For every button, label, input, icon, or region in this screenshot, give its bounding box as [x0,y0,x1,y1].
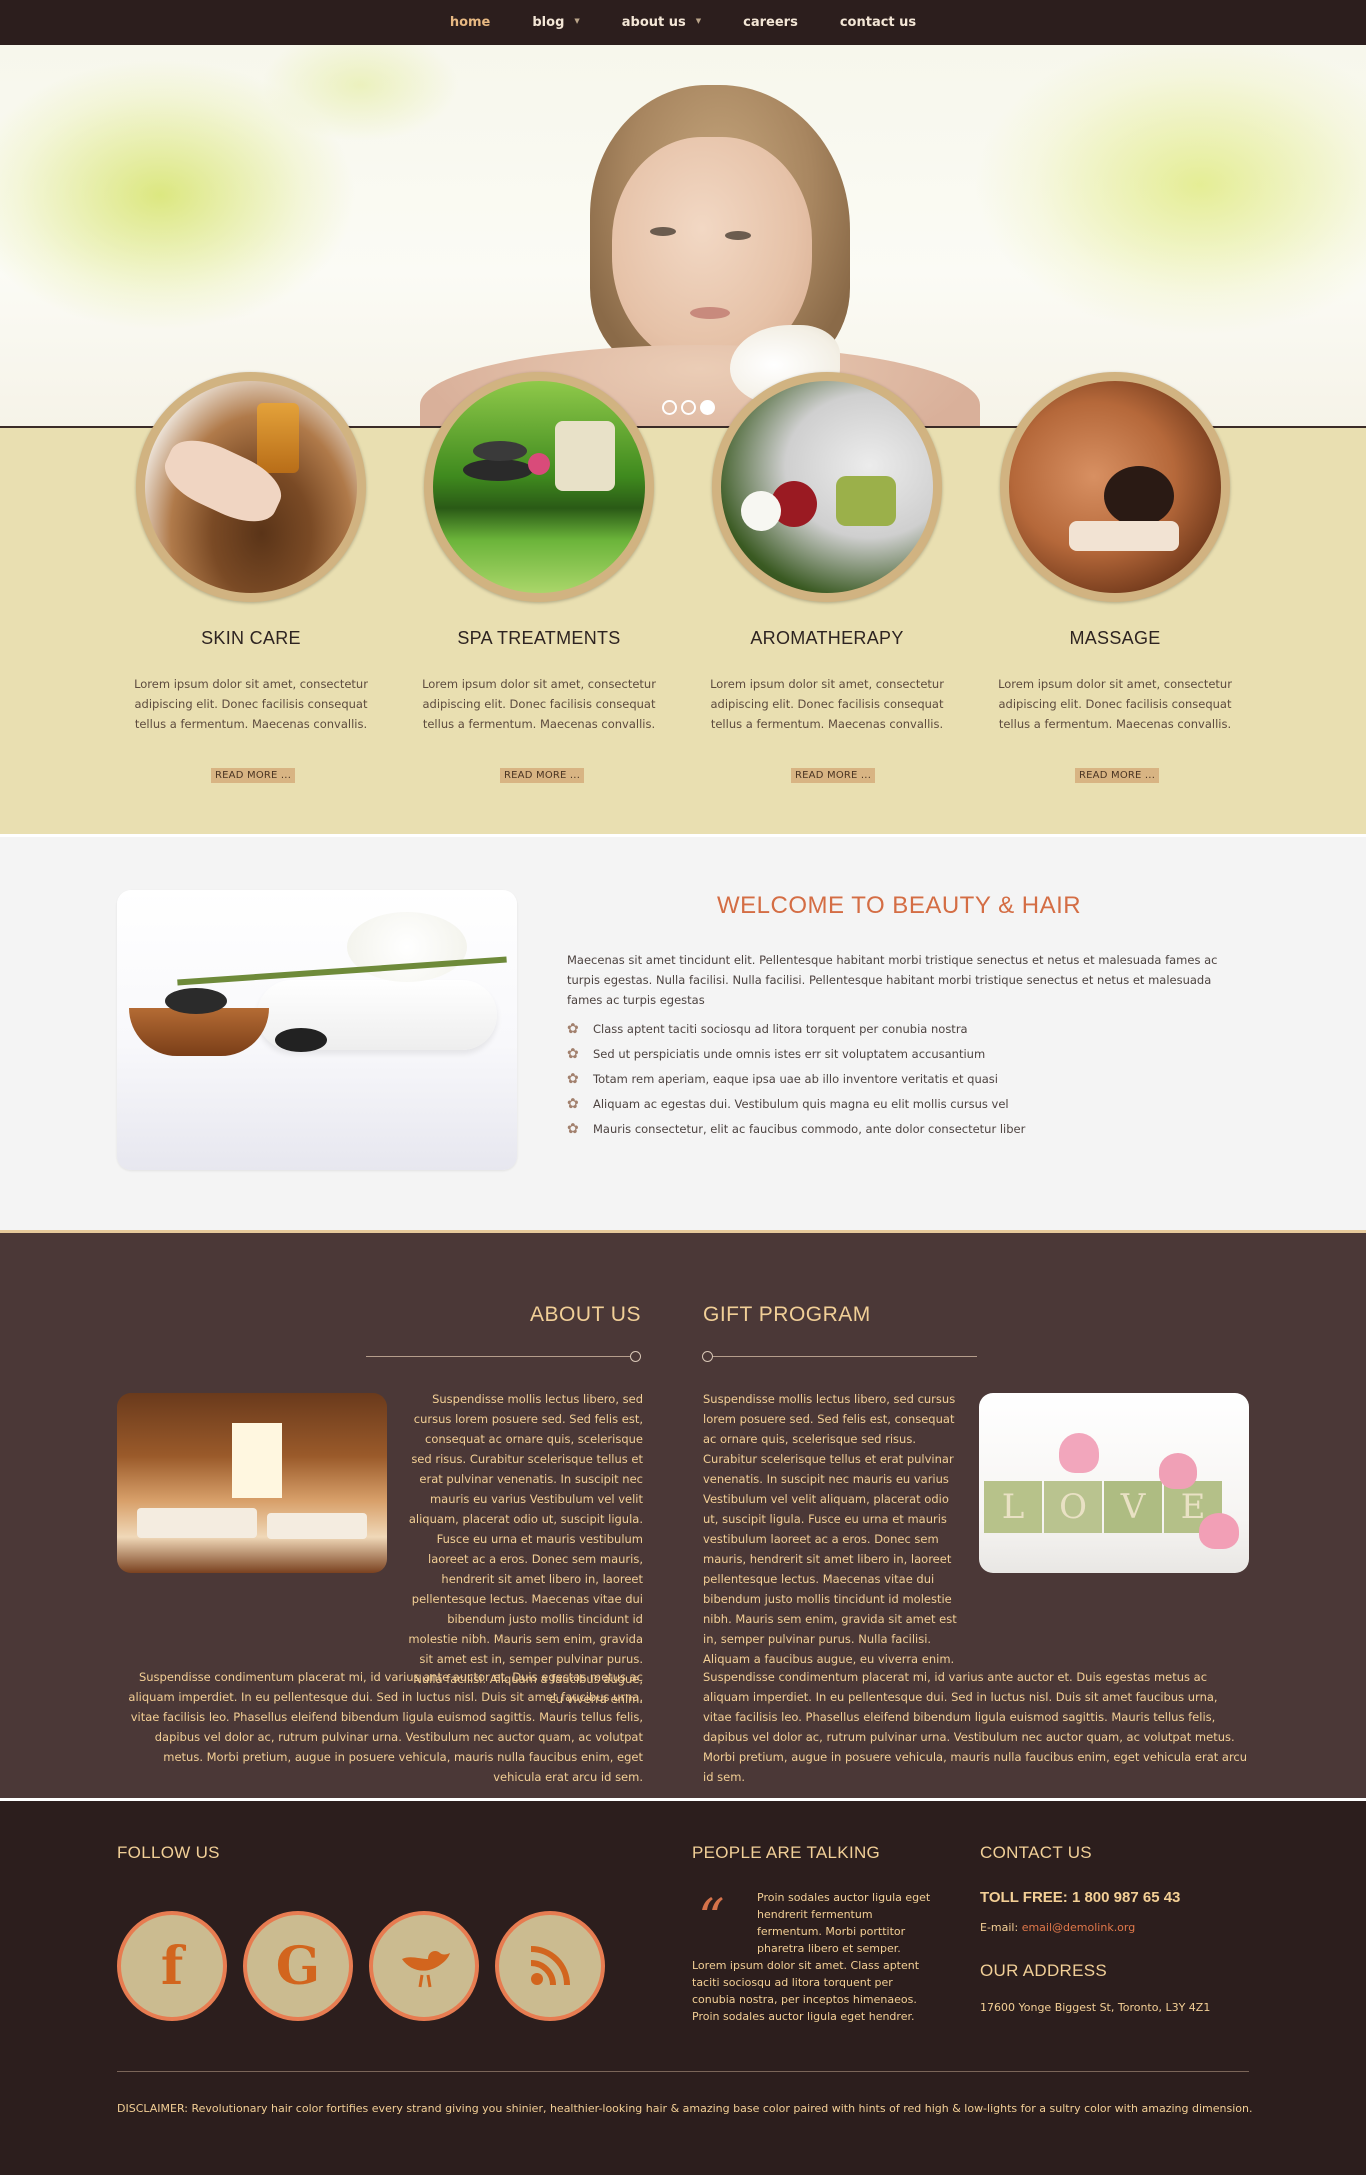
gift-text: Suspendisse mollis lectus libero, sed cu… [703,1392,957,1666]
skin-care-image [145,381,357,593]
facebook-icon[interactable]: f [117,1911,227,2021]
service-image-frame[interactable] [424,372,654,602]
spa-room-image [117,1393,387,1573]
about-divider [366,1351,641,1362]
read-more-button[interactable]: READ MORE ... [1075,768,1160,783]
footer: FOLLOW US f G PEOPLE ARE TALKING “ Proin… [0,1798,1366,2173]
gift-program-title: GIFT PROGRAM [703,1303,871,1326]
gift-text-2: Suspendisse condimentum placerat mi, id … [703,1670,1248,1784]
service-description: Lorem ipsum dolor sit amet, consectetur … [710,677,944,731]
about-us-title: ABOUT US [530,1303,641,1326]
list-item: ✿ Class aptent taciti sociosqu ad litora … [567,1017,1025,1042]
read-more-button[interactable]: READ MORE ... [211,768,296,783]
flower-bullet-icon: ✿ [567,1121,579,1137]
list-item: ✿ Aliquam ac egestas dui. Vestibulum quis… [567,1092,1025,1117]
love-block: L [984,1481,1042,1533]
spa-treatments-image [433,381,645,593]
testimonial-text: Proin sodales auctor ligula eget hendrer… [757,1891,931,1955]
rss-glyph [530,1946,570,1986]
testimonial-text-2: Lorem ipsum dolor sit amet. Class aptent… [692,1959,920,2023]
services-section: SKIN CARE Lorem ipsum dolor sit amet, co… [0,372,1366,834]
email-link[interactable]: email@demolink.org [1022,1921,1136,1934]
slider-dot-active[interactable] [700,400,715,415]
contact-us-title: CONTACT US [980,1843,1092,1862]
about-text: Suspendisse mollis lectus libero, sed cu… [408,1392,643,1706]
footer-divider [117,2071,1249,2072]
slider-pagination [662,400,715,415]
email-line: E-mail: email@demolink.org [980,1921,1136,1934]
spa-stones-image [117,890,517,1170]
service-image-frame[interactable] [1000,372,1230,602]
nav-item-contact-us[interactable]: contact us [840,15,916,30]
love-block: V [1104,1481,1162,1533]
chevron-down-icon: ▼ [574,17,580,25]
quote-mark-icon: “ [698,1889,725,1949]
service-title: AROMATHERAPY [750,628,904,648]
service-title: SKIN CARE [201,628,301,648]
flower-bullet-icon: ✿ [567,1046,579,1062]
welcome-list: ✿ Class aptent taciti sociosqu ad litora … [567,1017,1025,1142]
testimonial: “ Proin sodales auctor ligula eget hendr… [692,1889,932,2025]
welcome-title: WELCOME TO BEAUTY & HAIR [717,892,1082,919]
hero-image-lips [690,307,730,319]
nav-item-about-us[interactable]: about us ▼ [622,15,701,30]
love-block: O [1044,1481,1102,1533]
service-image-frame[interactable] [136,372,366,602]
love-blocks-image: L O V E [979,1393,1249,1573]
list-item: ✿ Totam rem aperiam, eaque ipsa uae ab il… [567,1067,1025,1092]
welcome-intro: Maecenas sit amet tincidunt elit. Pellen… [567,953,1218,1007]
massage-image [1009,381,1221,593]
hero-image-eye [650,227,676,236]
rss-icon[interactable] [495,1911,605,2021]
nav-item-blog[interactable]: blog ▼ [532,15,579,30]
list-item: ✿ Mauris consectetur, elit ac faucibus co… [567,1117,1025,1142]
bird-glyph [402,1951,450,1988]
address-text: 17600 Yonge Biggest St, Toronto, L3Y 4Z1 [980,2001,1211,2014]
aromatherapy-image [721,381,933,593]
read-more-button[interactable]: READ MORE ... [791,768,876,783]
flower-bullet-icon: ✿ [567,1071,579,1087]
service-description: Lorem ipsum dolor sit amet, consectetur … [422,677,656,731]
people-talking-title: PEOPLE ARE TALKING [692,1843,881,1862]
list-item: ✿ Sed ut perspiciatis unde omnis istes er… [567,1042,1025,1067]
nav-menu: home blog ▼ about us ▼ careers contact us [450,15,916,30]
google-icon[interactable]: G [243,1911,353,2021]
service-title: MASSAGE [1069,628,1161,648]
toll-free-number: TOLL FREE: 1 800 987 65 43 [980,1889,1181,1906]
flower-bullet-icon: ✿ [567,1021,579,1037]
nav-item-home[interactable]: home [450,15,491,30]
hero-image-eye [725,231,751,240]
divider-knob [702,1351,713,1362]
service-title: SPA TREATMENTS [457,628,621,648]
hero-slider [0,45,1366,426]
divider-knob [630,1351,641,1362]
follow-us-title: FOLLOW US [117,1843,220,1862]
gift-divider [702,1351,977,1362]
service-description: Lorem ipsum dolor sit amet, consectetur … [998,677,1232,731]
welcome-section: WELCOME TO BEAUTY & HAIR Maecenas sit am… [0,834,1366,1230]
service-image-frame[interactable] [712,372,942,602]
about-gift-section: ABOUT US GIFT PROGRAM Suspendisse mollis… [0,1230,1366,1798]
read-more-button[interactable]: READ MORE ... [500,768,585,783]
slider-dot[interactable] [681,400,696,415]
flower-bullet-icon: ✿ [567,1096,579,1112]
social-links: f G [117,1911,605,2021]
twitter-bird-icon[interactable] [369,1911,479,2021]
slider-dot[interactable] [662,400,677,415]
disclaimer-text: DISCLAIMER: Revolutionary hair color for… [117,2102,1253,2115]
our-address-title: OUR ADDRESS [980,1961,1108,1980]
top-navigation: home blog ▼ about us ▼ careers contact us [0,0,1366,45]
nav-item-careers[interactable]: careers [743,15,798,30]
service-description: Lorem ipsum dolor sit amet, consectetur … [134,677,368,731]
about-text-2: Suspendisse condimentum placerat mi, id … [128,1670,643,1784]
chevron-down-icon: ▼ [695,17,702,25]
